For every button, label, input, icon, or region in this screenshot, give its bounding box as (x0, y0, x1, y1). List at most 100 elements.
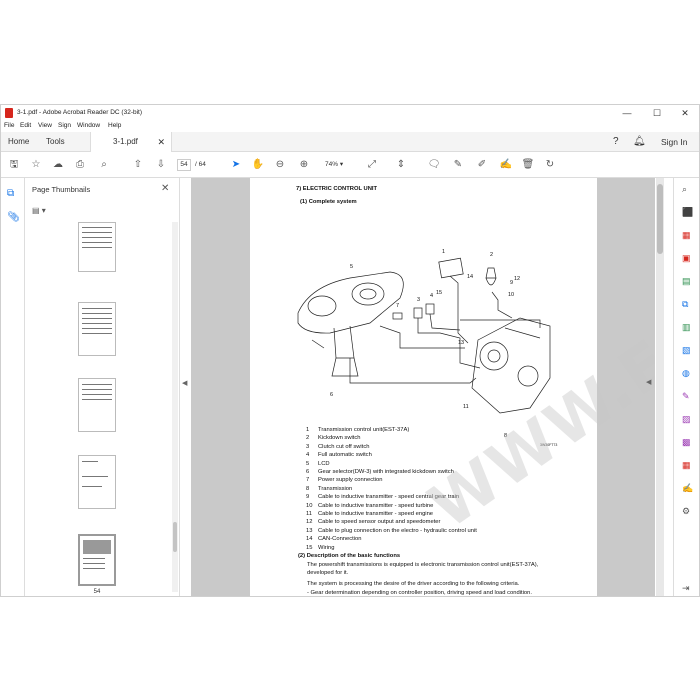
thumbnail-scrollbar[interactable] (172, 222, 178, 592)
zoom-out-icon[interactable]: ⊖ (273, 158, 287, 172)
compress-pdf-icon[interactable]: ▧ (682, 345, 691, 356)
menu-help[interactable]: Help (108, 122, 121, 129)
callout-3: 3 (417, 297, 420, 303)
minimize-button[interactable]: — (613, 107, 641, 119)
bookmark-star-icon[interactable]: ☆ (29, 158, 43, 172)
tab-home[interactable]: Home (8, 132, 29, 152)
legend-text: Cable to speed sensor output and speedom… (318, 519, 441, 526)
thumbnail-page-50[interactable] (78, 222, 116, 272)
description-paragraph-line-2: developed for it. (307, 570, 349, 576)
redact-icon[interactable]: ▦ (682, 460, 691, 471)
callout-7: 7 (396, 303, 399, 309)
print-icon[interactable]: ⎙ (73, 158, 87, 172)
legend-number: 13 (306, 527, 313, 534)
select-cursor-icon[interactable]: ➤ (229, 158, 243, 172)
previous-page-icon[interactable]: ⇧ (131, 158, 145, 172)
legend-text: Full automatic switch (318, 452, 372, 459)
highlight-pen-icon[interactable]: ✎ (451, 158, 465, 172)
expand-right-panel-icon[interactable]: ◀ (646, 378, 651, 386)
scroll-mode-icon[interactable]: ⇕ (394, 158, 408, 172)
tab-tools[interactable]: Tools (46, 132, 65, 152)
collapse-left-panel-icon[interactable]: ◀ (182, 379, 187, 387)
callout-11: 11 (463, 404, 469, 410)
page-thumbnails-icon[interactable]: ⧉ (7, 188, 14, 199)
document-tab-label: 3-1.pdf (113, 137, 138, 146)
legend-text: Clutch cut off switch (318, 443, 370, 450)
section-title: 7) ELECTRIC CONTROL UNIT (296, 186, 378, 192)
acrobat-window: 3-1.pdf - Adobe Acrobat Reader DC (32-bi… (0, 104, 700, 597)
create-pdf-icon[interactable]: ▦ (682, 230, 691, 241)
menu-file[interactable]: File (4, 122, 14, 129)
edit-pdf-icon[interactable]: ▣ (682, 253, 691, 264)
maximize-button[interactable]: ☐ (643, 107, 671, 119)
zoom-level-select[interactable]: 74% ▾ (319, 159, 353, 171)
description-paragraph-2: The system is processing the desire of t… (307, 581, 520, 587)
thumbnail-page-53[interactable] (78, 455, 116, 509)
zoom-value: 74% (325, 161, 339, 168)
callout-14: 14 (467, 274, 473, 280)
document-scrollbar[interactable] (656, 178, 664, 596)
comment-icon[interactable]: 🗨︎ (427, 158, 441, 172)
callout-15: 15 (436, 290, 442, 296)
close-tab-icon[interactable]: ✕ (157, 132, 165, 152)
page-number-input[interactable]: 54 (177, 159, 191, 171)
close-panel-icon[interactable]: ✕ (161, 183, 169, 194)
thumbnail-options-icon[interactable]: ▤ ▾ (32, 206, 46, 215)
description-heading: (2) Description of the basic functions (298, 553, 401, 559)
thumbnail-page-51[interactable] (78, 302, 116, 356)
menu-sign[interactable]: Sign (58, 122, 71, 129)
sign-icon[interactable]: ✍ (682, 483, 693, 494)
prepare-form-icon[interactable]: ▩ (682, 437, 691, 448)
thumbnail-page-52[interactable] (78, 378, 116, 432)
organize-pages-icon[interactable]: ▥ (682, 322, 691, 333)
thumbnail-label: 54 (93, 589, 101, 595)
upload-cloud-icon[interactable]: ☁ (51, 158, 65, 172)
menu-edit[interactable]: Edit (20, 122, 31, 129)
zoom-in-icon[interactable]: ⊕ (297, 158, 311, 172)
help-icon[interactable]: ? (613, 136, 619, 147)
description-bullet-1: - Gear determination depending on contro… (307, 590, 532, 596)
next-page-icon[interactable]: ⇩ (154, 158, 168, 172)
left-navigation-rail: ⧉ 📎︎ (1, 178, 25, 596)
save-icon[interactable]: 🖫 (7, 158, 21, 172)
legend-number: 8 (306, 485, 310, 492)
legend-number: 14 (306, 536, 313, 543)
sign-in-button[interactable]: Sign In (661, 132, 687, 152)
rotate-icon[interactable]: ↻ (543, 158, 557, 172)
legend-number: 1 (306, 427, 310, 433)
close-window-button[interactable]: ✕ (671, 107, 699, 119)
search-icon[interactable]: ⌕ (97, 158, 111, 172)
send-for-signature-icon[interactable]: ▨ (682, 414, 691, 425)
export-pdf-icon[interactable]: ⬛ (682, 207, 693, 218)
attachments-icon[interactable]: 📎︎ (7, 212, 20, 223)
tab-document[interactable]: 3-1.pdf ✕ (90, 132, 172, 152)
fill-and-sign-icon[interactable]: ✎ (682, 391, 690, 402)
protect-icon[interactable]: ◍ (682, 368, 690, 379)
search-tool-icon[interactable]: ⌕ (682, 184, 687, 195)
document-viewport[interactable]: 7) ELECTRIC CONTROL UNIT (1) Complete sy… (191, 178, 655, 596)
menu-view[interactable]: View (38, 122, 52, 129)
subsection-title: (1) Complete system (300, 199, 357, 205)
combine-files-icon[interactable]: ⧉ (682, 299, 688, 310)
fill-sign-icon[interactable]: ✍ (499, 158, 513, 172)
legend-number: 15 (306, 544, 313, 551)
legend-number: 4 (306, 452, 310, 459)
collapse-tools-icon[interactable]: ⇥ (682, 583, 690, 594)
description-paragraph-line-1: The powershift transmissions is equipped… (307, 562, 539, 568)
notification-bell-icon[interactable]: 🔔︎ (633, 136, 646, 147)
page-fit-icon[interactable]: ⤢ (365, 158, 379, 172)
more-tools-icon[interactable]: ⚙ (682, 506, 690, 517)
menu-bar: File Edit View Sign Window Help (1, 121, 699, 132)
comment-tool-icon[interactable]: ▤ (682, 276, 691, 287)
hand-tool-icon[interactable]: ✋ (251, 158, 265, 172)
thumbnail-page-54-selected[interactable] (78, 534, 116, 586)
title-bar: 3-1.pdf - Adobe Acrobat Reader DC (32-bi… (1, 105, 699, 121)
draw-icon[interactable]: ✐ (475, 158, 489, 172)
legend-text: CAN-Connection (318, 536, 362, 543)
callout-1: 1 (442, 249, 445, 255)
menu-window[interactable]: Window (77, 122, 100, 129)
delete-icon[interactable]: 🗑︎ (521, 158, 535, 172)
legend-number: 7 (306, 477, 310, 484)
legend-number: 2 (306, 435, 310, 442)
callout-4: 4 (430, 293, 433, 299)
